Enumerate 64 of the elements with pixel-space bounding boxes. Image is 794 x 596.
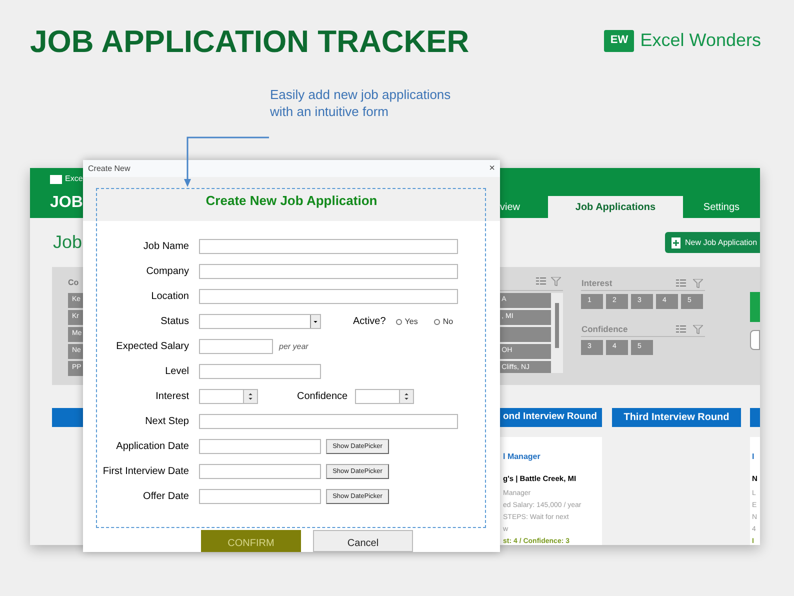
app-title: JOB xyxy=(50,193,83,213)
page-title: JOB APPLICATION TRACKER xyxy=(30,24,470,60)
new-application-button[interactable]: New Job Application xyxy=(665,232,760,253)
field-label: Level xyxy=(164,365,189,379)
date-field[interactable] xyxy=(199,439,321,454)
input-field[interactable] xyxy=(750,330,760,350)
suffix-text: per year xyxy=(279,340,308,352)
callout-text: with an intuitive form xyxy=(270,103,390,120)
slicer-label: Co xyxy=(68,277,80,289)
brand-name: Excel Wonders xyxy=(640,29,761,52)
card-title: l Manager xyxy=(503,451,542,463)
tab[interactable]: view xyxy=(413,196,548,218)
app-logo-icon xyxy=(50,174,62,184)
radio-option[interactable]: No xyxy=(434,316,454,328)
field-label: First Interview Date xyxy=(102,465,189,479)
spinner-arrows-icon xyxy=(399,390,413,403)
multi-select-icon xyxy=(536,277,546,286)
add-document-icon xyxy=(671,236,681,248)
filter-clear-icon xyxy=(692,325,703,334)
input-field[interactable] xyxy=(199,339,273,354)
multi-select-icon xyxy=(676,279,686,288)
spinner-field[interactable] xyxy=(355,389,414,404)
date-field[interactable] xyxy=(199,489,321,504)
spinner-arrows-icon xyxy=(243,390,257,403)
status-bar-block xyxy=(750,292,760,322)
dialog-title: Create New Job Application xyxy=(206,192,378,208)
field-label: Interest xyxy=(154,390,189,404)
field-label: Active? xyxy=(353,315,386,329)
brand-logo: EW xyxy=(604,30,634,52)
date-field[interactable] xyxy=(199,464,321,479)
column-header: Third Interview Round xyxy=(612,408,741,427)
field-label: Job Name xyxy=(142,240,189,254)
field-label: Location xyxy=(150,290,189,304)
slicer-label: Confidence xyxy=(581,323,628,336)
tab[interactable]: Settings xyxy=(683,196,760,218)
field-label: Expected Salary xyxy=(115,340,189,354)
filter-clear-icon xyxy=(551,277,562,286)
close-button[interactable]: × xyxy=(489,164,495,174)
multi-select-icon xyxy=(676,325,686,334)
scrollbar[interactable] xyxy=(554,303,559,348)
field-label: Status xyxy=(160,315,189,329)
app-logo-text: Exce xyxy=(65,173,83,185)
callout-text: Easily add new job applications xyxy=(270,86,452,103)
input-field[interactable] xyxy=(199,414,458,429)
page-heading: Job xyxy=(53,231,82,254)
field-label: Offer Date xyxy=(142,490,189,504)
radio-option[interactable]: Yes xyxy=(396,316,418,328)
card-title: I xyxy=(752,451,756,463)
filter-clear-icon xyxy=(692,279,703,288)
slicer-label: Interest xyxy=(581,277,612,290)
status-dropdown[interactable] xyxy=(199,314,321,329)
tab[interactable]: Job Applications xyxy=(548,196,683,218)
input-field[interactable] xyxy=(199,289,458,304)
confirm-button[interactable]: CONFIRM xyxy=(201,530,301,552)
spinner-field[interactable] xyxy=(199,389,258,404)
input-field[interactable] xyxy=(199,364,321,379)
field-label: Company xyxy=(145,265,189,279)
field-label: Next Step xyxy=(144,415,189,429)
input-field[interactable] xyxy=(199,239,458,254)
cancel-button[interactable]: Cancel xyxy=(313,530,413,552)
dialog-window-title: Create New xyxy=(88,162,130,175)
field-label: Confidence xyxy=(297,390,349,404)
field-label: Application Date xyxy=(115,440,189,454)
input-field[interactable] xyxy=(199,264,458,279)
